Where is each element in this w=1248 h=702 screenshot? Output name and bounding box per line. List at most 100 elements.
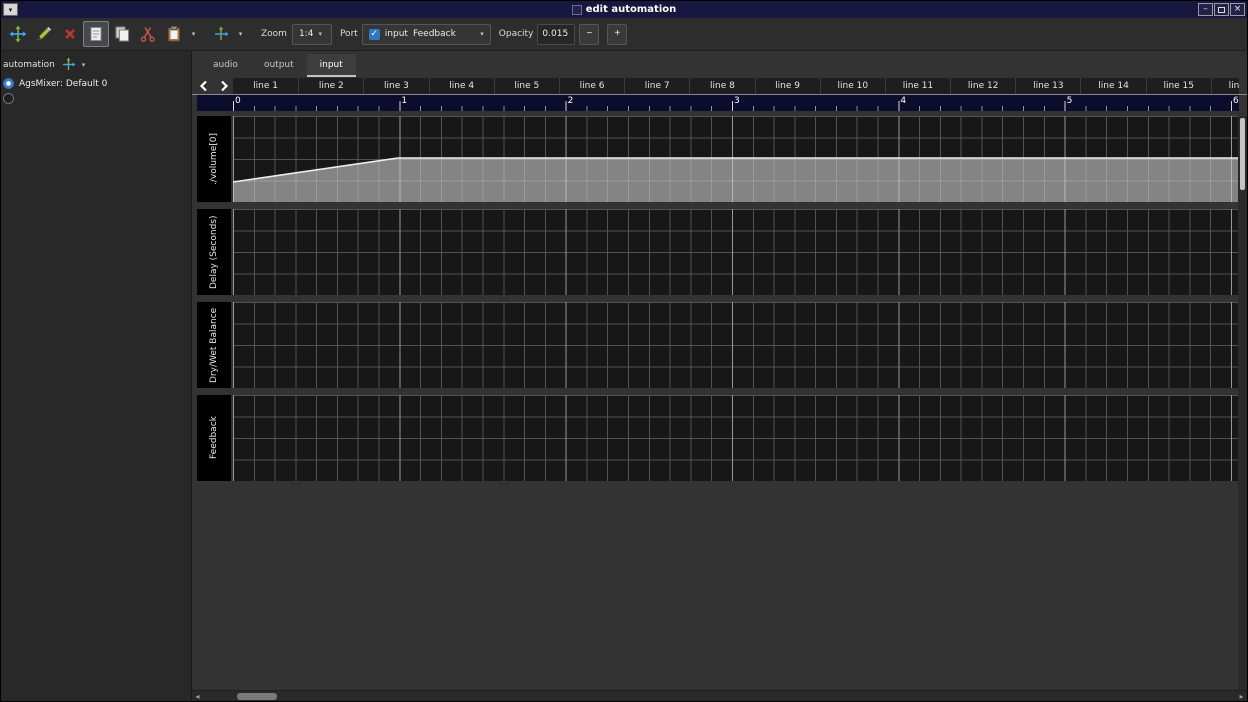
line-header-11: line 11 (885, 78, 950, 94)
zoom-value: 1:4 (299, 29, 313, 39)
line-header-10: line 10 (820, 78, 885, 94)
zoom-label: Zoom (261, 29, 287, 39)
chevron-down-icon: ▾ (318, 30, 322, 38)
title-wrap: edit automation (1, 1, 1247, 18)
line-header-7: line 7 (624, 78, 689, 94)
lane-grid[interactable] (233, 395, 1239, 481)
menu-tool-button[interactable] (208, 21, 234, 47)
tab-output[interactable]: output (251, 54, 307, 77)
window-controls: – × (1198, 3, 1245, 16)
machine-label: AgsMixer: Default 0 (19, 79, 107, 89)
edit-automation-window: ▾ edit automation – × (0, 0, 1248, 702)
zoom-combo[interactable]: 1:4 ▾ (292, 24, 332, 45)
port-check-label: input (385, 29, 408, 39)
line-header-9: line 9 (755, 78, 820, 94)
line-header-5: line 5 (494, 78, 559, 94)
automation-curve (233, 116, 1239, 202)
ruler-mark-4: 4 (900, 96, 906, 106)
close-button[interactable]: × (1230, 3, 1245, 16)
port-combo[interactable]: ✓ input Feedback ▾ (362, 24, 491, 45)
automation-lane-3: Feedback (197, 395, 1239, 481)
paste-button[interactable] (161, 21, 187, 47)
automation-header[interactable]: automation ▾ (1, 51, 191, 76)
line-header-3: line 3 (363, 78, 428, 94)
radio-selected-icon[interactable] (3, 78, 14, 89)
ruler-mark-5: 5 (1067, 96, 1073, 106)
ruler-mark-1: 1 (401, 96, 407, 106)
nav-back-button[interactable] (194, 78, 213, 94)
chevron-down-icon[interactable]: ▾ (82, 61, 86, 69)
lane-grid[interactable] (233, 302, 1239, 388)
opacity-decrease-button[interactable]: − (579, 24, 599, 45)
scroll-right-icon[interactable]: ▸ (1236, 692, 1247, 701)
vertical-scrollbar-handle[interactable] (1240, 118, 1245, 190)
horizontal-scrollbar-track[interactable] (203, 693, 1236, 700)
line-header-13: line 13 (1015, 78, 1080, 94)
clear-tool-button[interactable] (57, 21, 83, 47)
tab-audio[interactable]: audio (200, 54, 251, 77)
line-header-12: line 12 (950, 78, 1015, 94)
chevron-left-icon (199, 80, 209, 92)
automation-icon (61, 57, 76, 72)
machine-radio-row[interactable]: AgsMixer: Default 0 (1, 76, 191, 91)
sidebar: automation ▾ AgsMixer: Default 0 (1, 51, 192, 701)
radio-unselected-icon[interactable] (3, 93, 14, 104)
automation-lane-1: Delay (Seconds) (197, 209, 1239, 295)
lane-grid[interactable] (233, 116, 1239, 202)
lane-label: Delay (Seconds) (197, 209, 231, 295)
line-header-15: line 15 (1146, 78, 1211, 94)
opacity-increase-button[interactable]: + (607, 24, 627, 45)
opacity-entry[interactable]: 0.015 (537, 24, 575, 45)
titlebar: ▾ edit automation – × (1, 1, 1247, 18)
vertical-scrollbar[interactable] (1238, 116, 1247, 690)
automation-tools-icon (213, 26, 229, 42)
position-cursor-tool-button[interactable] (5, 21, 31, 47)
clipboard-icon (165, 25, 183, 43)
checkmark-icon: ✓ (371, 29, 379, 39)
horizontal-scrollbar-handle[interactable] (237, 693, 277, 700)
nav-forward-button[interactable] (214, 78, 233, 94)
scroll-left-icon[interactable]: ◂ (192, 692, 203, 701)
line-header-1: line 1 (233, 78, 298, 94)
ruler: 0123456 (197, 95, 1239, 111)
chevron-down-icon: ▾ (480, 30, 484, 38)
line-header-4: line 4 (429, 78, 494, 94)
toolbar: ▾ ▾ Zoom 1:4 ▾ Port ✓ input Feedback ▾ O… (1, 18, 1247, 51)
select-tool-button[interactable] (83, 21, 109, 47)
machine-list: AgsMixer: Default 0 (1, 76, 191, 106)
menu-tool-dropdown-button[interactable]: ▾ (234, 21, 247, 47)
header-row: line 1line 2line 3line 4line 5line 6line… (192, 78, 1247, 95)
chevron-down-icon: ▾ (192, 30, 196, 38)
app-icon (572, 5, 582, 15)
position-cursor-icon (9, 25, 27, 43)
minimize-button[interactable]: – (1198, 3, 1213, 16)
clear-x-icon (61, 25, 79, 43)
tab-input[interactable]: input (307, 54, 356, 77)
horizontal-scrollbar[interactable]: ◂ ▸ (192, 690, 1247, 701)
lane-label: Feedback (197, 395, 231, 481)
cut-button[interactable] (135, 21, 161, 47)
machine-radio-row[interactable] (1, 91, 191, 106)
chevron-right-icon (219, 80, 229, 92)
paste-dropdown-button[interactable]: ▾ (187, 21, 200, 47)
maximize-button[interactable] (1214, 3, 1229, 16)
edit-tool-button[interactable] (31, 21, 57, 47)
line-header-6: line 6 (559, 78, 624, 94)
line-header-8: line 8 (689, 78, 754, 94)
ruler-mark-0: 0 (235, 96, 241, 106)
line-header-16: line 16 (1211, 78, 1239, 94)
chevron-down-icon: ▾ (239, 30, 243, 38)
port-value: Feedback (413, 29, 475, 39)
line-header-row: line 1line 2line 3line 4line 5line 6line… (233, 78, 1239, 94)
automation-lane-2: Dry/Wet Balance (197, 302, 1239, 388)
checkbox-checked-icon[interactable]: ✓ (369, 29, 380, 40)
lanes: ./volume[0]Delay (Seconds)Dry/Wet Balanc… (197, 116, 1239, 488)
line-header-14: line 14 (1080, 78, 1145, 94)
close-icon: × (1234, 4, 1242, 15)
minimize-icon: – (1203, 4, 1208, 15)
lane-grid[interactable] (233, 209, 1239, 295)
automation-label: automation (3, 60, 55, 70)
port-label: Port (340, 29, 358, 39)
copy-button[interactable] (109, 21, 135, 47)
automation-editor: audiooutputinput line 1line 2line 3line … (192, 51, 1247, 701)
